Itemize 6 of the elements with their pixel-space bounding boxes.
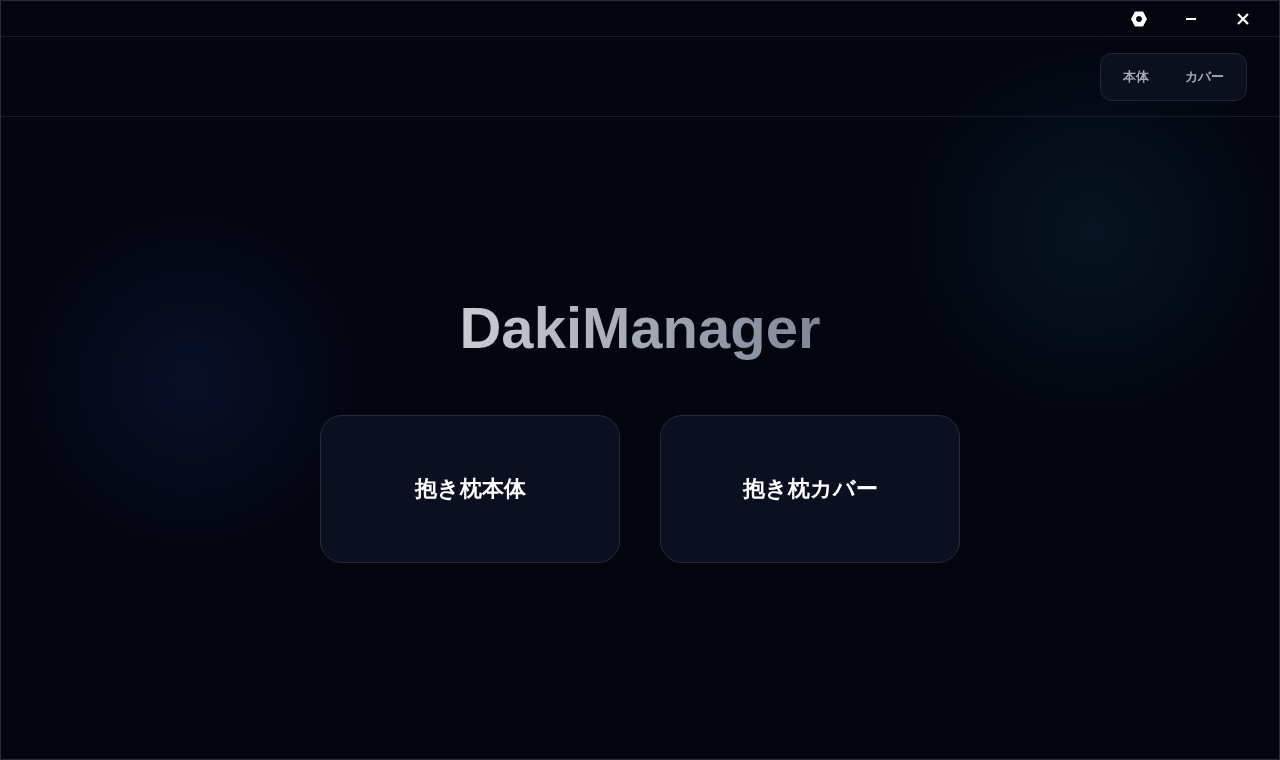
settings-icon bbox=[1130, 9, 1148, 28]
category-card[interactable]: 抱き枕カバー bbox=[660, 414, 960, 563]
view-tab[interactable]: カバー bbox=[1169, 57, 1240, 96]
close-icon bbox=[1237, 12, 1249, 25]
view-tab[interactable]: 本体 bbox=[1107, 57, 1165, 96]
category-card[interactable]: 抱き枕本体 bbox=[320, 414, 620, 563]
